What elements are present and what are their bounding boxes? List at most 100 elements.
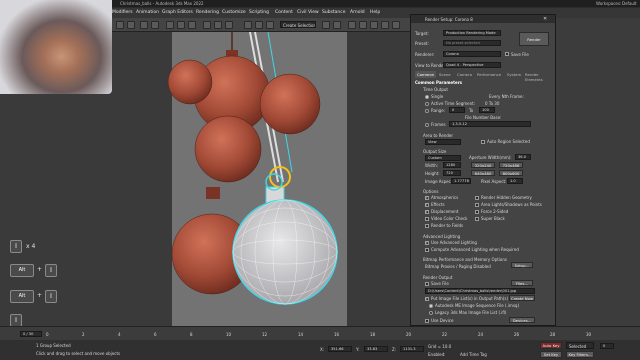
move-icon[interactable] [203, 21, 211, 29]
angle-snap-icon[interactable] [255, 21, 263, 29]
range-end-field[interactable]: 100 [479, 107, 495, 113]
y-field[interactable]: 33.83 [364, 346, 388, 352]
material-editor-icon[interactable] [359, 21, 367, 29]
output-save-file-checkbox[interactable] [425, 282, 429, 286]
tab-scene[interactable]: Scene [437, 71, 453, 78]
time-slider[interactable]: 0 / 30 [20, 331, 42, 337]
auto-region-checkbox[interactable] [481, 140, 485, 144]
tab-performance[interactable]: Performance [475, 71, 503, 78]
close-icon[interactable]: ✕ [543, 16, 547, 22]
ornament-ball[interactable] [259, 73, 321, 135]
menu-civil-view[interactable]: Civil View [297, 10, 319, 15]
z-field[interactable]: 1131.3 [400, 346, 424, 352]
autodesk-me-radio[interactable] [429, 304, 433, 308]
scale-icon[interactable] [225, 21, 233, 29]
menu-content[interactable]: Content [275, 10, 293, 15]
menu-arnold[interactable]: Arnold [350, 10, 365, 15]
menu-help[interactable]: Help [370, 10, 380, 15]
menu-graph-editors[interactable]: Graph Editors [162, 10, 193, 15]
percent-snap-icon[interactable] [266, 21, 274, 29]
devices-button[interactable]: Devices... [509, 317, 535, 323]
select-by-name-icon[interactable] [177, 21, 185, 29]
compute-adv-lighting-checkbox[interactable] [425, 248, 429, 252]
renderer-dropdown[interactable]: Corona [443, 51, 501, 57]
tab-system[interactable]: System [505, 71, 523, 78]
rotate-icon[interactable] [214, 21, 222, 29]
res-320-button[interactable]: 320x240 [471, 162, 495, 168]
render-fields-checkbox[interactable] [425, 224, 429, 228]
res-720-button[interactable]: 720x486 [499, 162, 523, 168]
timeline[interactable]: 0 / 30 0 2 4 6 8 10 12 14 16 18 20 22 24… [0, 326, 640, 340]
force-2sided-checkbox[interactable] [475, 210, 479, 214]
video-color-checkbox[interactable] [425, 217, 429, 221]
hidden-geo-checkbox[interactable] [475, 196, 479, 200]
target-dropdown[interactable]: Production Rendering Mode [443, 30, 501, 36]
selection-set-dropdown[interactable]: Create Selection Set [280, 21, 316, 28]
create-now-button[interactable]: Create Now [509, 295, 535, 301]
preset-dropdown[interactable]: No preset selected [443, 40, 501, 46]
menu-scripting[interactable]: Scripting [249, 10, 269, 15]
select-icon[interactable] [166, 21, 174, 29]
range-from-field[interactable]: 0 [449, 107, 465, 113]
displacement-checkbox[interactable] [425, 209, 429, 214]
selected-ornament[interactable] [232, 199, 338, 305]
image-aspect-field[interactable]: 1.77778 [451, 178, 471, 184]
menu-substance[interactable]: Substance [322, 10, 346, 15]
range-radio[interactable] [425, 109, 429, 113]
area-lights-checkbox[interactable] [475, 203, 479, 207]
res-800-button[interactable]: 800x600 [499, 170, 523, 176]
ornament-ball[interactable] [167, 59, 213, 105]
files-button[interactable]: Files... [511, 280, 533, 286]
frames-radio[interactable] [425, 123, 429, 127]
ornament-ball[interactable] [194, 115, 262, 183]
menu-modifiers[interactable]: Modifiers [112, 10, 133, 15]
save-file-checkbox[interactable] [505, 52, 509, 56]
snap-icon[interactable] [244, 21, 252, 29]
rect-select-icon[interactable] [188, 21, 196, 29]
align-icon[interactable] [333, 21, 341, 29]
menu-animation[interactable]: Animation [136, 10, 159, 15]
view-dropdown[interactable]: Quad 4 - Perspective [443, 62, 501, 68]
set-key-button[interactable]: Set Key [540, 351, 562, 358]
render-teapot-icon[interactable] [392, 21, 400, 29]
height-field[interactable]: 720 [443, 170, 461, 176]
link-icon[interactable] [140, 21, 148, 29]
effects-checkbox[interactable] [425, 202, 429, 207]
frame-field[interactable]: 0 [600, 343, 614, 349]
use-adv-lighting-checkbox[interactable] [425, 240, 429, 245]
common-parameters-heading[interactable]: Common Parameters [415, 80, 551, 85]
mirror-icon[interactable] [322, 21, 330, 29]
super-black-checkbox[interactable] [475, 217, 479, 221]
selected-dropdown[interactable]: Selected [566, 342, 594, 349]
menu-customize[interactable]: Customize [222, 10, 246, 15]
setup-button[interactable]: Setup... [511, 262, 533, 268]
output-path-field[interactable]: D:\Users\Content\Christmas_balls\render\… [425, 288, 535, 294]
unlink-icon[interactable] [151, 21, 159, 29]
atmospherics-checkbox[interactable] [425, 195, 429, 200]
aperture-field[interactable]: 36.0 [515, 154, 531, 160]
use-device-checkbox[interactable] [425, 319, 429, 323]
render-button[interactable]: Render [519, 32, 549, 46]
width-field[interactable]: 1280 [443, 162, 461, 168]
frames-field[interactable]: 1,3,5-12 [449, 121, 531, 127]
menu-rendering[interactable]: Rendering [196, 10, 219, 15]
put-image-list-checkbox[interactable] [425, 296, 429, 301]
legacy-ifl-radio[interactable] [429, 311, 433, 315]
render-setup-icon[interactable] [370, 21, 378, 29]
area-dropdown[interactable]: View [425, 139, 461, 145]
redo-icon[interactable] [127, 21, 135, 29]
undo-icon[interactable] [116, 21, 124, 29]
tab-render-elements[interactable]: Render Elements [523, 71, 545, 82]
render-frame-icon[interactable] [381, 21, 389, 29]
curve-editor-icon[interactable] [348, 21, 356, 29]
res-640-button[interactable]: 640x480 [471, 170, 495, 176]
workspace-value[interactable]: Default [622, 1, 637, 6]
add-time-tag[interactable]: Add Time Tag [460, 352, 487, 357]
single-radio[interactable] [425, 95, 429, 99]
active-segment-radio[interactable] [425, 102, 429, 106]
key-filters-button[interactable]: Key Filters... [566, 351, 594, 358]
x-field[interactable]: 351.66 [328, 346, 352, 352]
pixel-aspect-field[interactable]: 1.0 [507, 178, 523, 184]
auto-key-button[interactable]: Auto Key [540, 342, 562, 349]
output-size-dropdown[interactable]: Custom [425, 155, 461, 161]
